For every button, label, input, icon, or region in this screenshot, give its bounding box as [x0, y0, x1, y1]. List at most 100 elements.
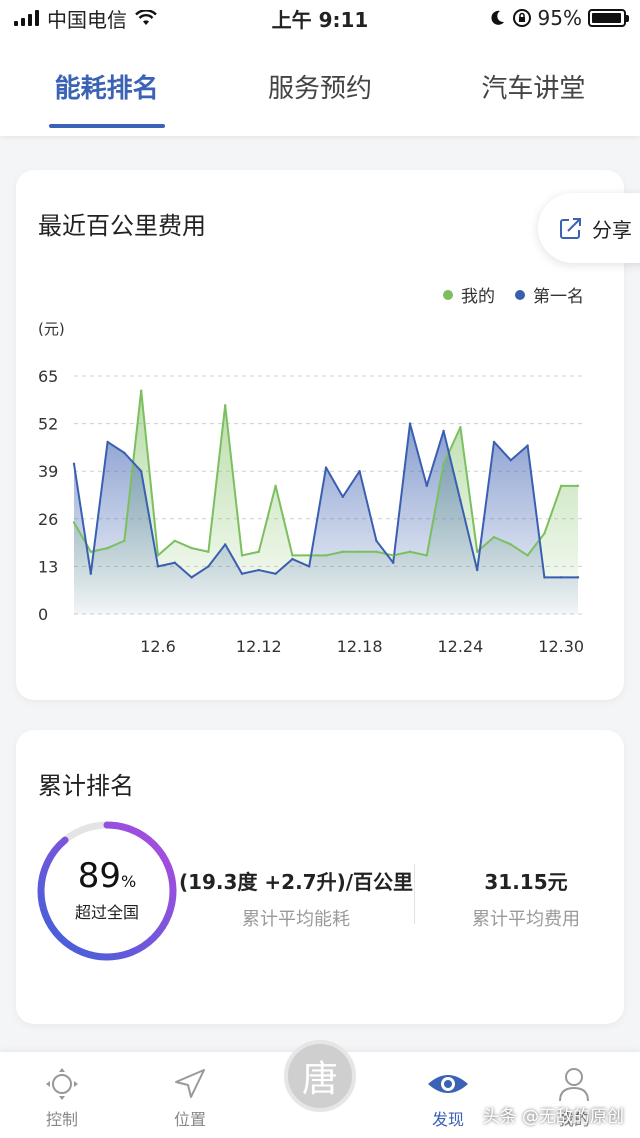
chart-card-title: 最近百公里费用 [38, 212, 206, 240]
y-tick-label: 26 [38, 510, 58, 529]
share-icon [560, 218, 581, 239]
data-point-mine [291, 554, 294, 557]
data-point-first [476, 568, 479, 572]
y-tick-label: 65 [38, 367, 58, 386]
data-point-first [89, 572, 93, 575]
data-point-mine [442, 462, 445, 466]
data-point-first [257, 568, 260, 572]
nav-center-button[interactable]: 唐 [284, 1040, 356, 1112]
avg-consumption-value: (19.3度 +2.7升)/百公里 [178, 870, 414, 894]
avg-consumption-caption: 累计平均能耗 [242, 909, 350, 930]
data-point-mine [476, 550, 479, 553]
rank-percent: 89% [78, 859, 136, 893]
rank-caption: 超过全国 [74, 903, 139, 922]
data-point-mine [560, 484, 563, 488]
legend-item-first: 第一名 [515, 282, 584, 307]
tab-energy-ranking[interactable]: 能耗排名 [48, 58, 165, 128]
data-point-first [560, 576, 563, 579]
nav-discover-label: 发现 [431, 1110, 464, 1129]
avg-cost-stat: 31.15元 累计平均费用 [436, 866, 616, 931]
data-point-mine [308, 554, 311, 557]
data-point-mine [341, 550, 344, 553]
data-point-first [358, 470, 361, 473]
data-point-first [576, 576, 580, 579]
data-point-first [173, 561, 176, 564]
chart-legend: 我的 第一名 [443, 282, 584, 307]
data-point-mine [156, 554, 160, 557]
data-point-mine [392, 554, 395, 557]
data-point-mine [140, 389, 143, 392]
data-point-first [341, 495, 344, 499]
data-point-first [224, 543, 227, 546]
status-left: 中国电信 [14, 4, 214, 33]
ring-center: 89% 超过全国 [34, 818, 180, 964]
tab-service-booking[interactable]: 服务预约 [262, 58, 378, 115]
data-point-mine [324, 554, 328, 557]
data-point-first [492, 440, 496, 444]
data-point-mine [173, 539, 176, 542]
data-point-first [240, 572, 244, 575]
data-point-first [140, 470, 143, 473]
rank-card: 累计排名 89% 超过全国 (19.3度 +2.7升)/百公里 累计平均能耗 3… [16, 730, 624, 1024]
data-point-mine [72, 521, 76, 524]
data-point-first [190, 576, 193, 579]
data-point-first [526, 444, 529, 447]
data-point-first [324, 466, 328, 469]
share-label: 分享 [592, 217, 632, 242]
data-point-first [72, 462, 76, 466]
status-time: 上午 9:11 [271, 7, 369, 32]
moon-icon [490, 10, 504, 25]
rank-percent-number: 89 [77, 856, 122, 896]
data-point-mine [526, 554, 529, 557]
x-tick-label: 12.24 [437, 637, 483, 656]
y-tick-label: 52 [38, 415, 58, 434]
data-point-mine [123, 539, 126, 542]
location-arrow-icon [175, 1069, 205, 1098]
legend-item-mine: 我的 [443, 282, 495, 307]
cost-chart-card: 最近百公里费用 我的 第一名 (元) 0 13 26 39 52 65 12.6 12.12 1… [16, 170, 624, 700]
x-tick-label: 12.30 [538, 637, 584, 656]
stat-divider [414, 864, 415, 924]
share-button[interactable]: 分享 [538, 193, 640, 263]
data-point-mine [190, 546, 193, 550]
status-bar: 中国电信 上午 9:11 95% [0, 0, 640, 36]
data-point-mine [358, 550, 361, 553]
battery-fill [592, 13, 621, 23]
y-tick-label: 13 [38, 557, 58, 576]
eye-icon [428, 1075, 468, 1093]
data-point-mine [492, 535, 496, 539]
data-point-first [425, 484, 428, 488]
avg-consumption-stat: (19.3度 +2.7升)/百公里 累计平均能耗 [178, 866, 414, 931]
data-point-first [375, 539, 378, 542]
wifi-icon [135, 10, 157, 25]
rank-percent-sign: % [121, 872, 137, 891]
data-point-mine [257, 550, 260, 553]
y-tick-label: 0 [38, 605, 48, 624]
data-point-first [392, 561, 395, 564]
tab-car-lecture[interactable]: 汽车讲堂 [475, 58, 591, 115]
data-point-mine [576, 484, 580, 488]
nav-control[interactable]: 控制 [12, 1066, 112, 1130]
data-point-mine [408, 550, 412, 553]
data-point-mine [543, 532, 546, 535]
data-point-mine [274, 484, 277, 488]
data-point-mine [375, 550, 378, 553]
y-tick-label: 39 [38, 462, 58, 481]
x-tick-label: 12.12 [236, 637, 282, 656]
x-tick-label: 12.18 [337, 637, 383, 656]
data-point-first [459, 499, 462, 502]
person-icon [559, 1068, 589, 1102]
data-point-first [509, 459, 512, 462]
data-point-first [408, 422, 412, 425]
signal-icon [14, 10, 39, 26]
nav-center-glyph: 唐 [301, 1059, 338, 1100]
nav-location[interactable]: 位置 [140, 1066, 240, 1130]
battery-percent: 95% [537, 6, 582, 30]
rank-ring: 89% 超过全国 [34, 818, 180, 964]
data-point-first [274, 572, 277, 575]
data-point-first [207, 565, 210, 568]
data-point-mine [425, 554, 428, 557]
watermark: 头条 @无敌的原创 [482, 1107, 624, 1127]
y-unit-label: (元) [38, 320, 65, 338]
data-point-first [156, 565, 160, 568]
